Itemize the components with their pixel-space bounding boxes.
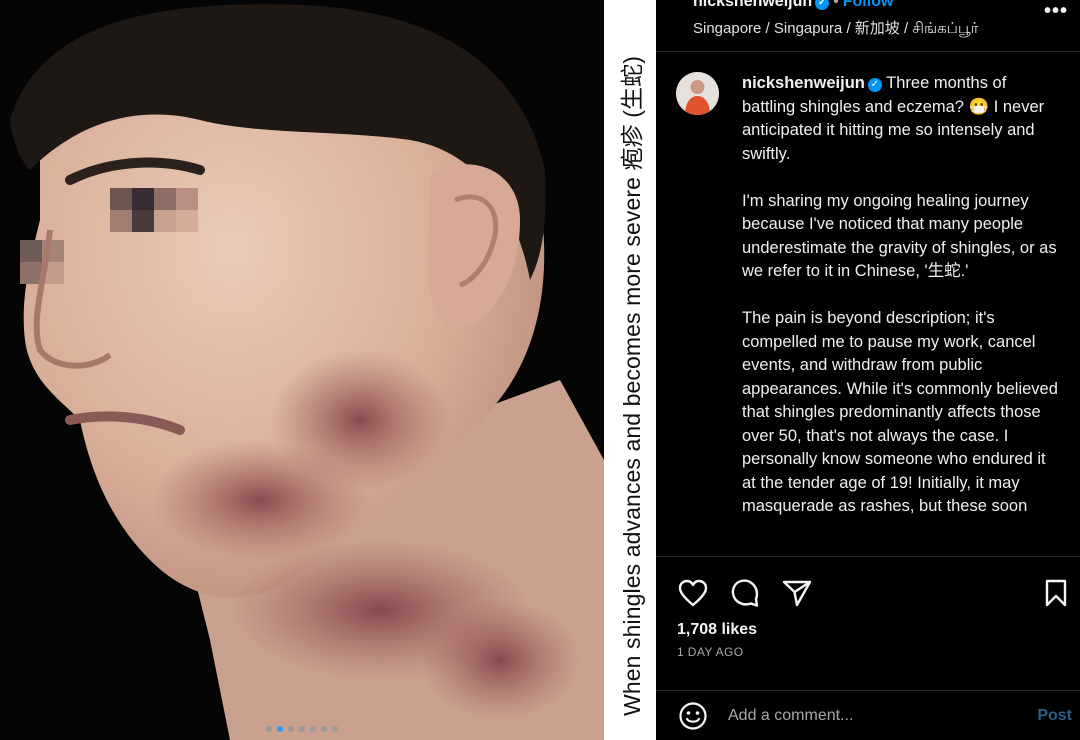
portrait-photo — [0, 0, 604, 740]
emoji-button[interactable] — [677, 700, 709, 732]
post-comment-button[interactable]: Post — [1037, 707, 1072, 725]
carousel-dot — [266, 726, 272, 732]
header-username[interactable]: nickshenweijun — [693, 0, 812, 10]
avatar-image — [676, 72, 719, 115]
save-button[interactable] — [1040, 577, 1072, 609]
verified-badge-icon: ✓ — [867, 77, 882, 92]
heart-icon — [678, 579, 708, 607]
overlay-caption: When shingles advances and becomes more … — [619, 56, 645, 716]
carousel-indicator — [0, 726, 604, 732]
post-photo[interactable] — [0, 0, 604, 740]
carousel-dot — [299, 726, 305, 732]
like-button[interactable] — [677, 577, 709, 609]
like-count[interactable]: 1,708 likes — [677, 621, 757, 639]
carousel-dot — [321, 726, 327, 732]
carousel-dot — [277, 726, 283, 732]
post-sidebar: nickshenweijun ✓ • Follow Singapore / Singa… — [656, 0, 1080, 740]
share-button[interactable] — [781, 577, 813, 609]
paper-plane-icon — [782, 580, 812, 607]
caption-username[interactable]: nickshenweijun — [742, 74, 865, 92]
carousel-dot — [310, 726, 316, 732]
comment-bar: Post — [656, 690, 1080, 740]
comment-button[interactable] — [729, 577, 761, 609]
more-options-icon: ••• — [1043, 0, 1068, 22]
header-user-line: nickshenweijun ✓ • Follow — [693, 0, 893, 11]
comment-input[interactable] — [728, 701, 1018, 731]
follow-button[interactable]: Follow — [843, 0, 894, 10]
more-options-button[interactable]: ••• — [1044, 0, 1068, 23]
caption-scroll-area[interactable]: nickshenweijun ✓ Three months of battling… — [656, 58, 1080, 556]
carousel-dot — [288, 726, 294, 732]
post-timestamp: 1 DAY AGO — [677, 645, 744, 659]
carousel-dot — [332, 726, 338, 732]
caption-paragraph: I'm sharing my ongoing healing journey b… — [742, 191, 1057, 281]
caption-paragraph: The pain is beyond description; it's com… — [742, 309, 1058, 515]
caption-paragraph: nickshenweijun ✓ Three months of battling… — [742, 72, 1060, 166]
post-actions: 1,708 likes 1 DAY AGO — [656, 556, 1080, 676]
location-link[interactable]: Singapore / Singapura / 新加坡 / சிங்கப்பூர… — [693, 17, 978, 39]
avatar[interactable] — [676, 72, 719, 115]
separator: • — [833, 0, 839, 10]
smiley-face-icon — [679, 702, 707, 730]
verified-badge-icon: ✓ — [815, 0, 830, 10]
post-header: nickshenweijun ✓ • Follow Singapore / Singa… — [656, 0, 1080, 52]
post-caption: nickshenweijun ✓ Three months of battling… — [742, 72, 1060, 542]
bookmark-icon — [1045, 579, 1067, 607]
overlay-caption-strip: When shingles advances and becomes more … — [604, 0, 656, 740]
comment-bubble-icon — [731, 579, 759, 607]
